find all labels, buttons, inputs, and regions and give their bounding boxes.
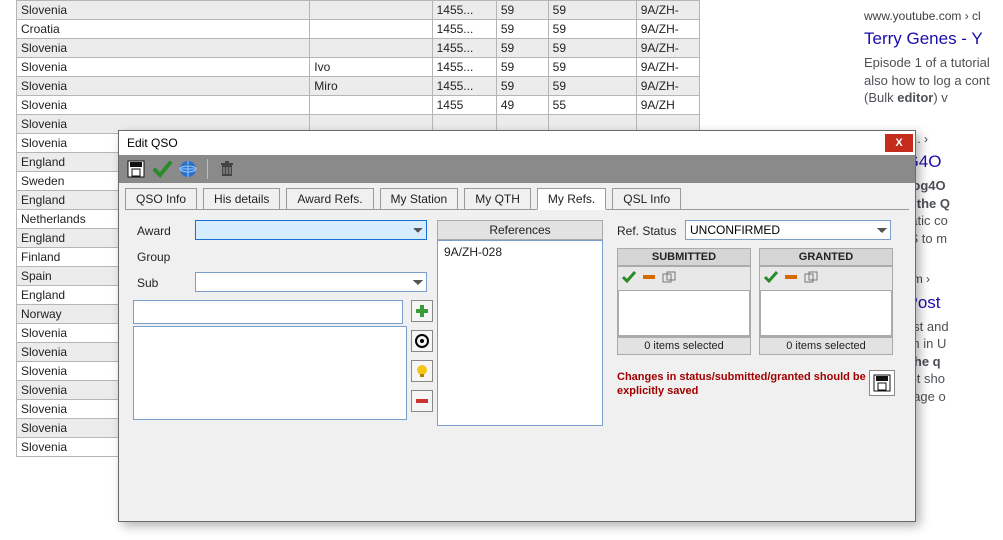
table-row[interactable]: Croatia1455...59599A/ZH- [17,20,700,39]
cell[interactable]: 59 [496,1,548,20]
cell[interactable]: Slovenia [17,58,310,77]
group-label: Group [137,250,170,264]
cell[interactable]: 1455... [432,77,496,96]
cell[interactable]: Slovenia [17,1,310,20]
dialog-toolbar [119,155,915,183]
cell[interactable]: 59 [496,58,548,77]
ref-status-label: Ref. Status [617,224,676,238]
table-row[interactable]: Slovenia 145549559A/ZH [17,96,700,115]
tab-award-refs[interactable]: Award Refs. [286,188,373,210]
cell[interactable]: 59 [548,20,636,39]
check-icon[interactable] [764,271,778,286]
granted-list[interactable] [760,290,892,336]
save-icon[interactable] [125,158,147,180]
cell[interactable]: Slovenia [17,77,310,96]
granted-count: 0 items selected [759,337,893,355]
references-list[interactable]: 9A/ZH-028 [437,240,603,426]
delete-icon[interactable] [216,158,238,180]
references-header: References [437,220,603,240]
ref-input[interactable] [133,300,403,324]
remove-icon[interactable] [411,390,433,412]
table-row[interactable]: SloveniaMiro1455...59599A/ZH- [17,77,700,96]
cell[interactable]: 59 [496,20,548,39]
hint-icon[interactable] [411,360,433,382]
cell[interactable]: Slovenia [17,39,310,58]
cell[interactable]: 59 [496,77,548,96]
save-warning: Changes in status/submitted/granted shou… [617,370,867,399]
cell[interactable]: 1455 [432,96,496,115]
tab-my-refs[interactable]: My Refs. [537,188,606,210]
result-snippet: Episode 1 of a tutorial also how to log … [864,54,1003,107]
cell[interactable]: 9A/ZH- [636,1,699,20]
dialog-title: Edit QSO [127,136,178,150]
table-row[interactable]: Slovenia1455...59599A/ZH- [17,1,700,20]
cell[interactable]: 59 [496,39,548,58]
reference-item[interactable]: 9A/ZH-028 [444,245,596,259]
sub-label: Sub [137,276,158,290]
cell[interactable]: 1455... [432,1,496,20]
globe-icon[interactable] [177,158,199,180]
edit-qso-dialog: Edit QSO X QSO Info His details Award Refs… [118,130,916,522]
award-combo[interactable] [195,220,427,240]
cell[interactable]: 1455... [432,58,496,77]
cell[interactable] [310,39,432,58]
cell[interactable] [310,20,432,39]
cell[interactable] [310,96,432,115]
granted-header: GRANTED [759,248,893,266]
cell[interactable]: 59 [548,58,636,77]
result-title-link[interactable]: Terry Genes - Y [864,28,1003,50]
submitted-list[interactable] [618,290,750,336]
ref-status-combo[interactable]: UNCONFIRMED [685,220,891,240]
copy-icon[interactable] [662,271,676,286]
award-label: Award [137,224,171,238]
add-icon[interactable] [411,300,433,322]
table-row[interactable]: Slovenia1455...59599A/ZH- [17,39,700,58]
tab-his-details[interactable]: His details [203,188,280,210]
minus-icon[interactable] [784,271,798,286]
cell[interactable]: Slovenia [17,96,310,115]
submitted-count: 0 items selected [617,337,751,355]
cell[interactable]: 59 [548,39,636,58]
cell[interactable]: 9A/ZH [636,96,699,115]
cell[interactable]: 9A/ZH- [636,58,699,77]
tab-qsl-info[interactable]: QSL Info [612,188,681,210]
cell[interactable]: 1455... [432,20,496,39]
close-button[interactable]: X [885,134,913,152]
accept-icon[interactable] [151,158,173,180]
cell[interactable]: Croatia [17,20,310,39]
sub-combo[interactable] [195,272,427,292]
cell[interactable]: 59 [548,77,636,96]
cell[interactable]: 55 [548,96,636,115]
cell[interactable]: 59 [548,1,636,20]
target-icon[interactable] [411,330,433,352]
cell[interactable] [310,1,432,20]
cell[interactable]: Miro [310,77,432,96]
ref-candidate-list[interactable] [133,326,407,420]
cell[interactable]: Ivo [310,58,432,77]
tab-qso-info[interactable]: QSO Info [125,188,197,210]
cell[interactable]: 9A/ZH- [636,77,699,96]
tab-strip: QSO Info His details Award Refs. My Station… [119,183,915,209]
tab-my-qth[interactable]: My QTH [464,188,531,210]
cell[interactable]: 9A/ZH- [636,39,699,58]
cell[interactable]: 9A/ZH- [636,20,699,39]
submitted-header: SUBMITTED [617,248,751,266]
save-status-icon[interactable] [869,370,895,396]
cell[interactable]: 49 [496,96,548,115]
check-icon[interactable] [622,271,636,286]
tab-my-station[interactable]: My Station [380,188,459,210]
minus-icon[interactable] [642,271,656,286]
result-crumb: www.youtube.com › cl [864,8,1003,24]
cell[interactable]: 1455... [432,39,496,58]
copy-icon[interactable] [804,271,818,286]
table-row[interactable]: SloveniaIvo1455...59599A/ZH- [17,58,700,77]
